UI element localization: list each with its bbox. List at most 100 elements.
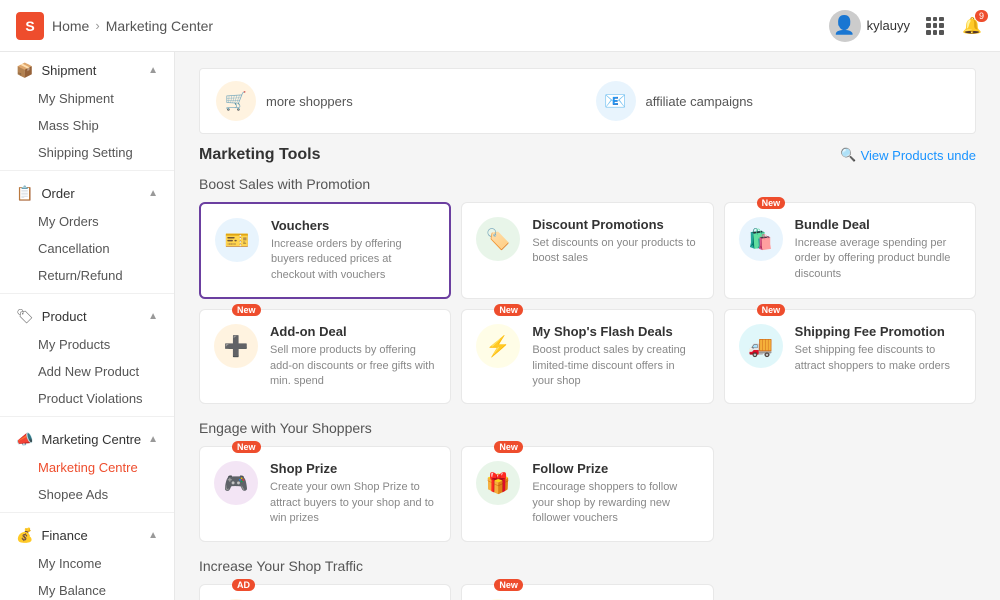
vouchers-desc: Increase orders by offering buyers reduc… <box>271 237 435 283</box>
follow-prize-icon: 🎁 <box>476 461 520 505</box>
marketing-icon: 📣 <box>16 431 33 448</box>
sidebar-item-my-balance[interactable]: My Balance <box>0 577 174 600</box>
vouchers-icon: 🎫 <box>215 218 259 262</box>
sidebar-item-my-products[interactable]: My Products <box>0 331 174 358</box>
partial-item-2: 📧 affiliate campaigns <box>596 81 960 121</box>
header-right: 👤 kylauyy 🔔 9 <box>829 10 984 42</box>
shipment-icon: 📦 <box>16 62 33 79</box>
tool-card-discount[interactable]: 🏷️ Discount Promotions Set discounts on … <box>461 202 713 299</box>
sidebar-item-shopee-ads[interactable]: Shopee Ads <box>0 481 174 508</box>
tool-card-shop-prize[interactable]: New 🎮 Shop Prize Create your own Shop Pr… <box>199 446 451 541</box>
tool-card-addon[interactable]: New ➕ Add-on Deal Sell more products by … <box>199 309 451 404</box>
discount-icon: 🏷️ <box>476 217 520 261</box>
sidebar-item-my-shipment[interactable]: My Shipment <box>0 85 174 112</box>
shipment-label: Shipment <box>41 63 96 78</box>
notification-badge: 9 <box>975 10 988 22</box>
header-left: S Home › Marketing Center <box>16 12 213 40</box>
sidebar-group-finance[interactable]: 💰 Finance ▲ <box>0 517 174 550</box>
shopee-ads-new-badge: AD <box>232 579 255 591</box>
sidebar-section-order: 📋 Order ▲ My Orders Cancellation Return/… <box>0 175 174 289</box>
tool-card-shipping-fee[interactable]: New 🚚 Shipping Fee Promotion Set shippin… <box>724 309 976 404</box>
shop-prize-name: Shop Prize <box>270 461 436 476</box>
sidebar-item-my-income[interactable]: My Income <box>0 550 174 577</box>
shop-prize-desc: Create your own Shop Prize to attract bu… <box>270 480 436 526</box>
sidebar-item-marketing-centre[interactable]: Marketing Centre <box>0 454 174 481</box>
tool-card-vouchers[interactable]: 🎫 Vouchers Increase orders by offering b… <box>199 202 451 299</box>
follow-prize-name: Follow Prize <box>532 461 698 476</box>
addon-info: Add-on Deal Sell more products by offeri… <box>270 324 436 389</box>
user-info[interactable]: 👤 kylauyy <box>829 10 910 42</box>
flash-new-badge: New <box>494 304 523 316</box>
bundle-info: Bundle Deal Increase average spending pe… <box>795 217 961 282</box>
tool-card-top-picks[interactable]: New ⭐ Top Picks Drive traffic to selecte… <box>461 584 713 600</box>
chevron-up-icon: ▲ <box>148 65 158 76</box>
tool-card-flash[interactable]: New ⚡ My Shop's Flash Deals Boost produc… <box>461 309 713 404</box>
main-inner: 🛒 more shoppers 📧 affiliate campaigns Ma… <box>175 52 1000 600</box>
addon-icon: ➕ <box>214 324 258 368</box>
partial-item-1: 🛒 more shoppers <box>216 81 580 121</box>
header: S Home › Marketing Center 👤 kylauyy 🔔 9 <box>0 0 1000 52</box>
breadcrumb-sep: › <box>95 18 99 33</box>
discount-name: Discount Promotions <box>532 217 698 232</box>
bundle-new-badge: New <box>757 197 786 209</box>
sidebar-section-marketing: 📣 Marketing Centre ▲ Marketing Centre Sh… <box>0 421 174 508</box>
sidebar-item-mass-ship[interactable]: Mass Ship <box>0 112 174 139</box>
sidebar-item-cancellation[interactable]: Cancellation <box>0 235 174 262</box>
marketing-label: Marketing Centre <box>41 432 141 447</box>
section-header: Marketing Tools 🔍 View Products unde <box>199 146 976 164</box>
sidebar-item-shipping-setting[interactable]: Shipping Setting <box>0 139 174 166</box>
boost-tools-grid: 🎫 Vouchers Increase orders by offering b… <box>199 202 976 404</box>
top-picks-new-badge: New <box>494 579 523 591</box>
notification-button[interactable]: 🔔 9 <box>960 14 984 38</box>
partial-text-1: more shoppers <box>266 94 353 109</box>
sidebar-group-shipment[interactable]: 📦 Shipment ▲ <box>0 52 174 85</box>
addon-desc: Sell more products by offering add-on di… <box>270 343 436 389</box>
grid-icon[interactable] <box>926 17 944 35</box>
partial-text-2: affiliate campaigns <box>646 94 753 109</box>
view-link[interactable]: 🔍 View Products unde <box>840 147 976 163</box>
sidebar-item-return-refund[interactable]: Return/Refund <box>0 262 174 289</box>
sidebar-group-product[interactable]: 🏷 Product ▲ <box>0 298 174 331</box>
flash-info: My Shop's Flash Deals Boost product sale… <box>532 324 698 389</box>
sidebar-section-shipment: 📦 Shipment ▲ My Shipment Mass Ship Shipp… <box>0 52 174 166</box>
chevron-up-icon-marketing: ▲ <box>148 434 158 445</box>
chevron-up-icon-finance: ▲ <box>148 530 158 541</box>
shipping-fee-info: Shipping Fee Promotion Set shipping fee … <box>795 324 961 374</box>
avatar: 👤 <box>829 10 861 42</box>
follow-prize-new-badge: New <box>494 441 523 453</box>
flash-icon: ⚡ <box>476 324 520 368</box>
traffic-section-title: Increase Your Shop Traffic <box>199 558 976 574</box>
sidebar-group-marketing[interactable]: 📣 Marketing Centre ▲ <box>0 421 174 454</box>
product-icon: 🏷 <box>16 308 34 325</box>
username: kylauyy <box>867 18 910 33</box>
tool-card-follow-prize[interactable]: New 🎁 Follow Prize Encourage shoppers to… <box>461 446 713 541</box>
sidebar-item-my-orders[interactable]: My Orders <box>0 208 174 235</box>
partial-icon-1: 🛒 <box>216 81 256 121</box>
sidebar-section-product: 🏷 Product ▲ My Products Add New Product … <box>0 298 174 412</box>
follow-prize-desc: Encourage shoppers to follow your shop b… <box>532 480 698 526</box>
chevron-up-icon-product: ▲ <box>148 311 158 322</box>
shipping-fee-new-badge: New <box>757 304 786 316</box>
sidebar-item-add-new-product[interactable]: Add New Product <box>0 358 174 385</box>
bundle-icon: 🛍️ <box>739 217 783 261</box>
vouchers-info: Vouchers Increase orders by offering buy… <box>271 218 435 283</box>
addon-new-badge: New <box>232 304 261 316</box>
tool-card-bundle[interactable]: New 🛍️ Bundle Deal Increase average spen… <box>724 202 976 299</box>
breadcrumb: Home › Marketing Center <box>52 18 213 34</box>
shop-prize-new-badge: New <box>232 441 261 453</box>
boost-section-title: Boost Sales with Promotion <box>199 176 976 192</box>
follow-prize-info: Follow Prize Encourage shoppers to follo… <box>532 461 698 526</box>
avatar-icon: 👤 <box>833 15 855 36</box>
sidebar-group-order[interactable]: 📋 Order ▲ <box>0 175 174 208</box>
engage-tools-grid: New 🎮 Shop Prize Create your own Shop Pr… <box>199 446 976 541</box>
flash-desc: Boost product sales by creating limited-… <box>532 343 698 389</box>
tool-card-shopee-ads[interactable]: AD 📢 Shopee Ads Increase exposure and dr… <box>199 584 451 600</box>
discount-desc: Set discounts on your products to boost … <box>532 236 698 267</box>
search-icon: 🔍 <box>840 147 856 163</box>
sidebar-item-product-violations[interactable]: Product Violations <box>0 385 174 412</box>
breadcrumb-home[interactable]: Home <box>52 18 89 34</box>
sidebar-section-finance: 💰 Finance ▲ My Income My Balance Bank Ac… <box>0 517 174 600</box>
flash-name: My Shop's Flash Deals <box>532 324 698 339</box>
breadcrumb-current: Marketing Center <box>106 18 213 34</box>
engage-section-title: Engage with Your Shoppers <box>199 420 976 436</box>
